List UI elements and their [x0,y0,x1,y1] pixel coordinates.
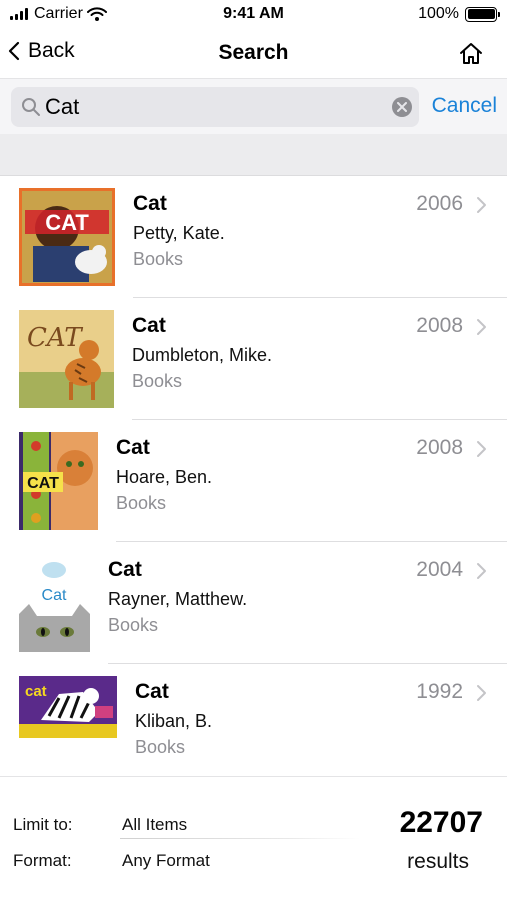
result-year: 1992 [416,680,463,703]
book-cover-image: Cat [19,554,90,652]
book-cover-image: cat [19,676,117,738]
result-format: Books [116,493,167,513]
cancel-button[interactable]: Cancel [432,94,497,118]
result-author: Dumbleton, Mike. [132,345,273,365]
result-author: Rayner, Matthew. [108,589,248,609]
book-cover-image: CAT [19,310,114,408]
chevron-right-icon [477,441,486,457]
book-cover-image: CAT [19,432,98,530]
result-row[interactable]: CAT Cat Petty, Kate. Books 2006 [0,176,507,298]
page-title: Search [218,41,289,64]
search-bar: Cancel [0,78,507,134]
section-header [0,134,507,176]
results-list: CAT Cat Petty, Kate. Books 2006 CAT Cat … [0,176,507,786]
result-format: Books [135,737,186,757]
result-year: 2008 [416,314,463,337]
result-format: Books [133,249,184,269]
result-row[interactable]: CAT Cat Hoare, Ben. Books 2008 [0,420,507,542]
format-value[interactable]: Any Format [122,851,210,871]
chevron-right-icon [477,563,486,579]
svg-text:cat: cat [25,683,47,700]
status-bar: Carrier 9:41 AM 100% [0,0,507,30]
result-title: Cat [116,436,150,459]
result-author: Hoare, Ben. [116,467,213,487]
battery-icon [465,6,500,22]
results-count: 22707 [399,806,483,839]
filter-footer: Limit to: All Items Format: Any Format 2… [0,776,507,900]
limit-value[interactable]: All Items [122,815,187,835]
search-field[interactable] [11,87,419,127]
result-row[interactable]: cat Cat Kliban, B. Books 1992 [0,664,507,786]
result-year: 2004 [416,558,463,581]
chevron-right-icon [477,685,486,701]
result-row[interactable]: Cat Cat Rayner, Matthew. Books 2004 [0,542,507,664]
svg-text:CAT: CAT [45,210,89,235]
result-title: Cat [135,680,169,703]
result-format: Books [108,615,159,635]
book-cover-image: CAT [19,188,115,286]
svg-text:CAT: CAT [27,323,83,353]
nav-bar: Back Search [0,30,507,78]
filter-divider [120,838,360,839]
result-year: 2008 [416,436,463,459]
result-author: Petty, Kate. [133,223,225,243]
svg-text:Cat: Cat [42,587,67,604]
format-label: Format: [13,851,72,870]
battery-percent: 100% [418,5,459,22]
clear-icon[interactable] [392,97,412,117]
home-icon[interactable] [457,40,485,68]
result-year: 2006 [416,192,463,215]
search-input[interactable] [45,93,385,121]
result-format: Books [132,371,183,391]
status-right: 100% [418,5,500,23]
result-title: Cat [132,314,166,337]
chevron-right-icon [477,319,486,335]
svg-text:CAT: CAT [27,475,59,492]
result-author: Kliban, B. [135,711,213,731]
limit-label: Limit to: [13,815,73,834]
result-title: Cat [133,192,167,215]
result-row[interactable]: CAT Cat Dumbleton, Mike. Books 2008 [0,298,507,420]
results-count-label: results [407,850,469,873]
search-icon [22,98,40,116]
result-title: Cat [108,558,142,581]
chevron-right-icon [477,197,486,213]
